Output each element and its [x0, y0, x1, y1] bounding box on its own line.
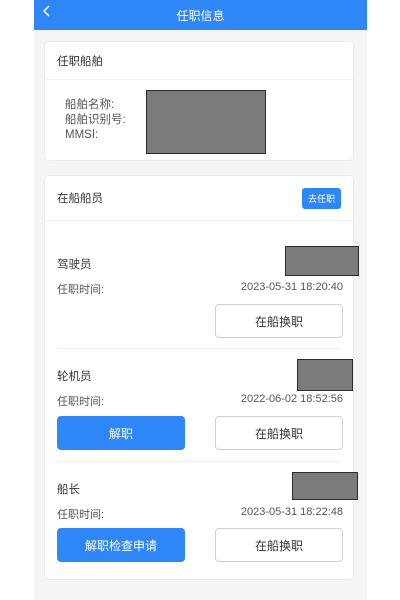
switch-duty-button[interactable]: 在船换职: [215, 416, 343, 450]
redacted-name: [285, 246, 359, 276]
dismiss-button[interactable]: 解职: [57, 416, 185, 450]
crew-role: 驾驶员: [57, 259, 92, 271]
chevron-left-icon: [42, 5, 50, 17]
page-title: 任职信息: [176, 8, 225, 23]
crew-card: 在船船员 去任职 驾驶员 任职时间: 2023-05-31 18:20:40 在…: [44, 175, 359, 580]
go-appoint-button[interactable]: 去任职: [301, 187, 341, 209]
appoint-time: 2023-05-31 18:22:48: [240, 506, 343, 518]
crew-card-title: 在船船员: [57, 193, 103, 205]
appoint-time: 2023-05-31 18:20:40: [240, 281, 343, 293]
app-screen: 任职信息 任职船舶 船舶名称: 船舶识别号: MMSI: 在船船员 去任职 驾驶…: [34, 0, 367, 600]
redacted-name: [292, 472, 358, 500]
crew-role: 轮机员: [57, 371, 92, 383]
appoint-time-label: 任职时间:: [57, 284, 105, 296]
crew-card-header: 在船船员 去任职: [45, 176, 353, 221]
dismissal-check-request-button[interactable]: 解职检查申请: [57, 528, 185, 562]
ship-card-title: 任职船舶: [45, 42, 353, 80]
crew-role: 船长: [57, 484, 80, 496]
redacted-ship-info: [146, 90, 266, 154]
ship-card: 任职船舶 船舶名称: 船舶识别号: MMSI:: [44, 41, 354, 161]
switch-duty-button[interactable]: 在船换职: [215, 528, 343, 562]
crew-member: 轮机员 任职时间: 2022-06-02 18:52:56 解职 在船换职: [45, 348, 355, 463]
navbar: 任职信息: [34, 0, 367, 30]
crew-member: 驾驶员 任职时间: 2023-05-31 18:20:40 在船换职: [45, 236, 359, 346]
crew-member: 船长 任职时间: 2023-05-31 18:22:48 解职检查申请 在船换职: [45, 461, 358, 576]
switch-duty-button[interactable]: 在船换职: [215, 304, 343, 338]
appoint-time-label: 任职时间:: [57, 396, 105, 408]
back-button[interactable]: [42, 4, 52, 20]
redacted-name: [297, 359, 353, 391]
appoint-time-label: 任职时间:: [57, 509, 105, 521]
appoint-time: 2022-06-02 18:52:56: [240, 393, 343, 405]
